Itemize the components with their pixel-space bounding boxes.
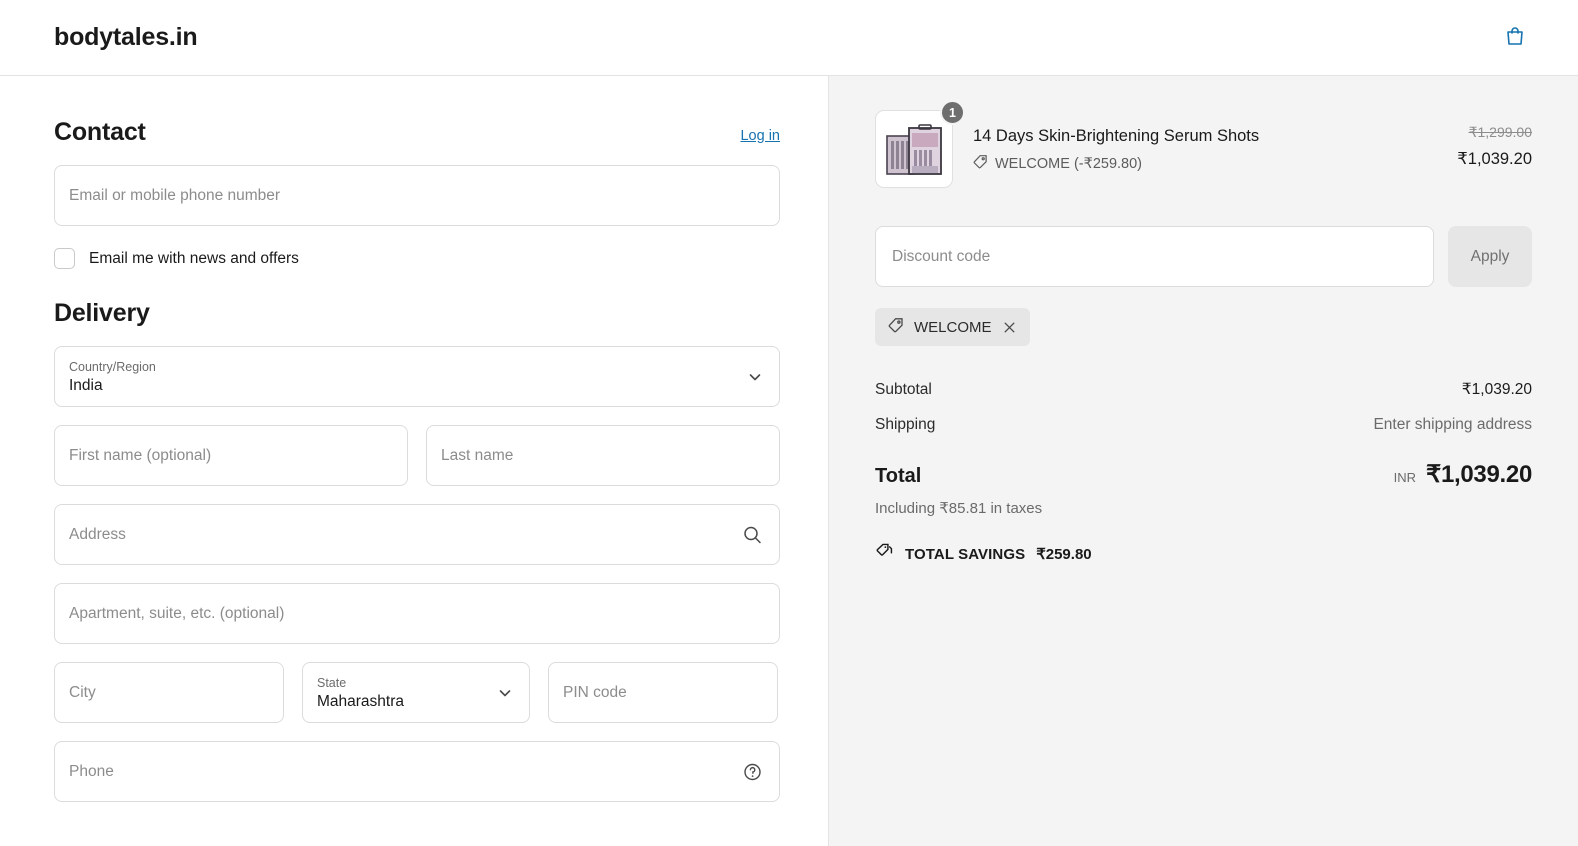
search-icon[interactable] <box>742 524 763 545</box>
checkout-body: Contact Log in Email or mobile phone num… <box>0 76 1578 846</box>
apartment-placeholder: Apartment, suite, etc. (optional) <box>69 604 285 622</box>
country-select[interactable]: Country/Region India <box>54 346 780 407</box>
product-thumbnail-wrap: 1 <box>875 100 965 188</box>
line-item-prices: ₹1,299.00 ₹1,039.20 <box>1457 110 1532 169</box>
total-row: Total INR ₹1,039.20 <box>875 460 1532 489</box>
checkout-page: bodytales.in Contact Log in Email or mob… <box>0 0 1578 846</box>
pin-code-placeholder: PIN code <box>563 683 627 701</box>
address-field[interactable]: Address <box>54 504 780 565</box>
help-circle-icon[interactable] <box>742 761 763 782</box>
discount-code-row: Discount code Apply <box>875 226 1532 287</box>
order-summary-column: 1 14 Days Skin-Brightening Serum Shots W… <box>828 76 1578 846</box>
chevron-down-icon[interactable] <box>497 685 513 701</box>
shopping-bag-icon <box>1503 24 1527 51</box>
product-title: 14 Days Skin-Brightening Serum Shots <box>973 127 1260 145</box>
city-placeholder: City <box>69 683 96 701</box>
original-price: ₹1,299.00 <box>1468 124 1532 140</box>
line-item-discount: WELCOME (-₹259.80) <box>973 154 1437 173</box>
page-header: bodytales.in <box>0 0 1578 76</box>
discount-code-placeholder: Discount code <box>892 247 991 265</box>
address-placeholder: Address <box>69 525 126 543</box>
contact-title: Contact <box>54 118 146 146</box>
pin-code-field[interactable]: PIN code <box>548 662 778 723</box>
newsletter-checkbox[interactable] <box>54 248 75 269</box>
shipping-label: Shipping <box>875 416 936 433</box>
taxes-note: Including ₹85.81 in taxes <box>875 500 1043 517</box>
cart-button[interactable] <box>1498 21 1532 55</box>
last-name-field[interactable]: Last name <box>426 425 780 486</box>
discount-chip-label: WELCOME <box>914 318 992 336</box>
apply-discount-button[interactable]: Apply <box>1448 226 1532 287</box>
order-line-item: 1 14 Days Skin-Brightening Serum Shots W… <box>875 100 1532 188</box>
name-row: First name (optional) Last name <box>54 425 780 486</box>
state-label: State <box>317 676 347 691</box>
shipping-value: Enter shipping address <box>1373 416 1532 433</box>
tag-icon <box>973 154 988 173</box>
checkout-form-column: Contact Log in Email or mobile phone num… <box>0 76 828 846</box>
close-icon[interactable] <box>1002 320 1017 335</box>
shipping-row: Shipping Enter shipping address <box>875 416 1532 434</box>
tags-icon <box>875 542 894 566</box>
login-link[interactable]: Log in <box>740 128 780 144</box>
country-value: India <box>69 376 103 394</box>
apartment-field[interactable]: Apartment, suite, etc. (optional) <box>54 583 780 644</box>
state-value: Maharashtra <box>317 692 405 710</box>
delivery-title: Delivery <box>54 299 150 327</box>
contact-section-header: Contact Log in <box>54 118 780 147</box>
phone-placeholder: Phone <box>69 762 114 780</box>
savings-label: TOTAL SAVINGS <box>905 545 1026 563</box>
discounted-price: ₹1,039.20 <box>1457 150 1532 168</box>
state-select[interactable]: State Maharashtra <box>302 662 530 723</box>
product-thumbnail <box>875 110 953 188</box>
discount-code-input[interactable]: Discount code <box>875 226 1434 287</box>
total-value: ₹1,039.20 <box>1426 461 1532 488</box>
subtotal-label: Subtotal <box>875 381 932 398</box>
subtotal-value: ₹1,039.20 <box>1461 381 1532 398</box>
discount-text: WELCOME (-₹259.80) <box>995 155 1143 172</box>
country-label: Country/Region <box>69 360 156 375</box>
applied-discount-chip: WELCOME <box>875 308 1030 346</box>
order-totals: Subtotal ₹1,039.20 Shipping Enter shippi… <box>875 380 1532 566</box>
first-name-field[interactable]: First name (optional) <box>54 425 408 486</box>
email-field[interactable]: Email or mobile phone number <box>54 165 780 226</box>
total-savings-row: TOTAL SAVINGS ₹259.80 <box>875 542 1532 566</box>
line-item-details: 14 Days Skin-Brightening Serum Shots WEL… <box>973 110 1437 173</box>
newsletter-label: Email me with news and offers <box>89 249 299 267</box>
email-placeholder: Email or mobile phone number <box>69 186 281 204</box>
shop-name: bodytales.in <box>54 23 198 51</box>
total-label: Total <box>875 465 922 487</box>
chevron-down-icon[interactable] <box>747 369 763 385</box>
city-state-pin-row: City State Maharashtra PIN code <box>54 662 780 723</box>
savings-value: ₹259.80 <box>1036 546 1092 563</box>
newsletter-row[interactable]: Email me with news and offers <box>54 248 780 269</box>
phone-field[interactable]: Phone <box>54 741 780 802</box>
last-name-placeholder: Last name <box>441 446 514 464</box>
city-field[interactable]: City <box>54 662 284 723</box>
total-amount-group: INR ₹1,039.20 <box>1393 460 1533 489</box>
product-image <box>886 124 942 175</box>
first-name-placeholder: First name (optional) <box>69 446 212 464</box>
total-currency: INR <box>1393 470 1416 485</box>
quantity-badge: 1 <box>940 100 965 125</box>
subtotal-row: Subtotal ₹1,039.20 <box>875 380 1532 399</box>
tag-icon <box>888 317 904 337</box>
